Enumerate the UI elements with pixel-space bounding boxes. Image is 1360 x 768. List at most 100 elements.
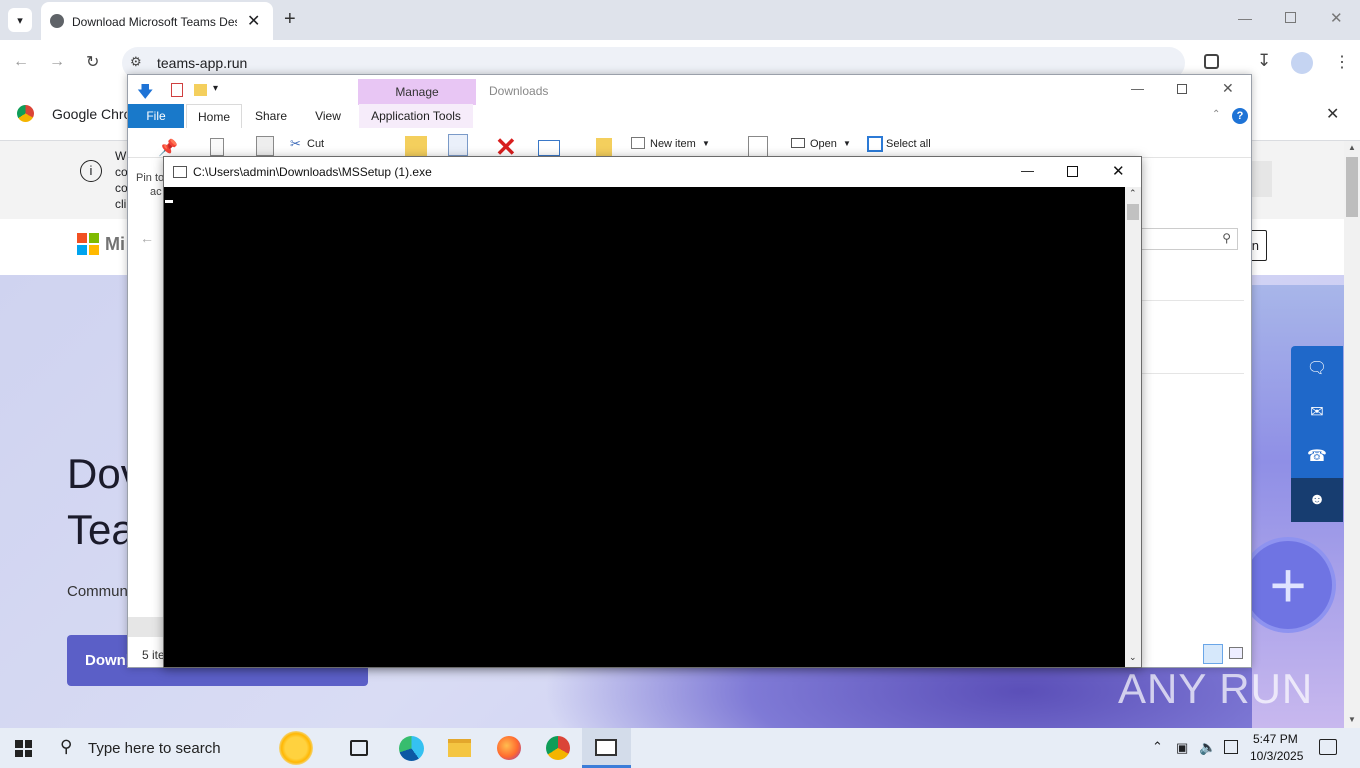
clock-time[interactable]: 5:47 PM	[1253, 732, 1298, 746]
pin-icon[interactable]: 📌	[158, 138, 178, 158]
content-divider-2	[1138, 373, 1244, 374]
new-item-icon[interactable]	[631, 137, 645, 149]
manage-label: Manage	[395, 85, 439, 99]
info-icon: i	[80, 160, 102, 182]
explorer-maximize-icon[interactable]	[1177, 84, 1187, 94]
copy-icon[interactable]	[210, 138, 224, 156]
details-view-icon[interactable]	[1203, 644, 1223, 664]
open-label[interactable]: Open	[810, 138, 837, 150]
select-all-icon[interactable]	[867, 136, 883, 152]
tray-chevron-icon[interactable]: ⌃	[1152, 739, 1163, 755]
nav-back-icon[interactable]: ←	[140, 230, 154, 246]
tab-home[interactable]: Home	[186, 104, 242, 129]
console-scroll-thumb[interactable]	[1127, 204, 1139, 220]
network-tray-icon[interactable]: ▣	[1176, 740, 1188, 756]
new-item-label[interactable]: New item	[650, 138, 696, 150]
url-text: teams-app.run	[157, 55, 248, 71]
move-to-icon[interactable]	[405, 136, 427, 156]
clock-date[interactable]: 10/3/2025	[1250, 749, 1303, 763]
phone-button[interactable]: ☎	[1291, 434, 1343, 478]
forward-icon[interactable]: →	[49, 53, 65, 71]
help-icon[interactable]: ?	[1232, 108, 1248, 124]
new-folder-icon[interactable]	[194, 84, 207, 96]
download-button-label: Downl	[85, 652, 130, 669]
tab-application-tools[interactable]: Application Tools	[359, 104, 473, 129]
open-dropdown-icon[interactable]: ▼	[843, 139, 851, 148]
display-tray-icon[interactable]	[1224, 740, 1238, 754]
back-icon[interactable]: ←	[13, 53, 29, 71]
chrome-taskbar-icon[interactable]	[546, 736, 570, 760]
properties-icon[interactable]	[171, 83, 183, 97]
browser-tab[interactable]: Download Microsoft Teams Des ✕	[41, 2, 273, 40]
firefox-icon[interactable]	[497, 736, 521, 760]
page-scrollbar[interactable]: ▲ ▼	[1344, 141, 1360, 728]
console-close-icon[interactable]: ✕	[1112, 162, 1125, 180]
restore-window-icon[interactable]	[1285, 12, 1296, 23]
scissors-icon[interactable]: ✂	[290, 136, 301, 152]
scroll-up-icon[interactable]: ▲	[1348, 143, 1356, 152]
reload-icon[interactable]: ↻	[86, 52, 99, 72]
explorer-search-box[interactable]: ⚲	[1138, 228, 1238, 250]
close-window-icon[interactable]: ✕	[1330, 9, 1343, 27]
customize-qat-icon[interactable]: ▾	[213, 83, 218, 94]
tab-strip: ▾ Download Microsoft Teams Des ✕ + — ✕	[0, 0, 1360, 40]
ribbon-home: 📌 Pin to ac ✂ Cut ✕ New item ▼ Open ▼ Se…	[128, 128, 1251, 198]
console-taskbar-button[interactable]	[582, 728, 631, 768]
manage-context-tab[interactable]: Manage	[358, 79, 476, 105]
chevron-down-icon: ▾	[17, 14, 23, 27]
paste-icon[interactable]	[256, 136, 274, 156]
console-minimize-icon[interactable]: —	[1021, 163, 1034, 178]
close-infobar-icon[interactable]: ✕	[1326, 104, 1339, 124]
open-icon[interactable]	[791, 138, 805, 148]
console-scrollbar[interactable]: ⌃ ⌄	[1125, 187, 1141, 667]
notification-icon[interactable]	[1319, 739, 1337, 755]
start-button[interactable]	[15, 740, 32, 757]
explorer-close-icon[interactable]: ✕	[1222, 80, 1234, 97]
chat-button[interactable]: 🗨	[1291, 346, 1343, 390]
notice-text-2: co	[115, 165, 128, 179]
profile-avatar-icon[interactable]	[1291, 52, 1313, 74]
console-scroll-up-icon[interactable]: ⌃	[1129, 188, 1137, 199]
close-tab-icon[interactable]: ✕	[247, 11, 260, 31]
console-scroll-down-icon[interactable]: ⌄	[1129, 652, 1137, 663]
more-menu-icon[interactable]: ⋮	[1334, 52, 1350, 72]
pin-label[interactable]: Pin to	[136, 172, 164, 184]
task-view-icon[interactable]	[350, 740, 368, 756]
file-explorer-taskbar-icon[interactable]	[448, 739, 471, 757]
select-all-label[interactable]: Select all	[886, 138, 931, 150]
ribbon-collapse-icon[interactable]: ⌃	[1212, 109, 1220, 120]
extensions-icon[interactable]	[1204, 54, 1219, 69]
explorer-h-scrollbar[interactable]	[128, 617, 164, 637]
edge-icon[interactable]	[399, 736, 424, 761]
tab-search-button[interactable]: ▾	[8, 8, 32, 32]
copy-to-icon[interactable]	[448, 134, 468, 156]
new-tab-icon[interactable]: +	[284, 8, 296, 31]
scroll-thumb[interactable]	[1346, 157, 1358, 217]
console-output[interactable]	[164, 187, 1125, 667]
properties-large-icon[interactable]	[748, 136, 768, 158]
pin-label-2: ac	[150, 186, 162, 198]
console-maximize-icon[interactable]	[1067, 166, 1078, 177]
rename-icon[interactable]	[538, 140, 560, 156]
explorer-search-icon: ⚲	[1222, 231, 1231, 245]
email-button[interactable]: ✉	[1291, 390, 1343, 434]
weather-sun-icon	[279, 731, 313, 765]
cut-label[interactable]: Cut	[307, 138, 324, 150]
download-icon[interactable]: ↧	[1257, 51, 1271, 71]
people-button[interactable]: ☻	[1291, 478, 1343, 522]
console-cursor	[165, 200, 173, 203]
new-folder-large-icon[interactable]	[596, 138, 612, 156]
new-item-dropdown-icon[interactable]: ▼	[702, 139, 710, 148]
search-icon: ⚲	[60, 737, 73, 756]
large-icons-view-icon[interactable]	[1229, 647, 1243, 659]
scroll-down-icon[interactable]: ▼	[1348, 715, 1356, 724]
volume-icon[interactable]: 🔈	[1199, 739, 1216, 756]
taskbar-search[interactable]: ⚲ Type here to search	[48, 728, 328, 768]
minimize-window-icon[interactable]: —	[1238, 10, 1252, 26]
tab-view[interactable]: View	[303, 104, 353, 129]
windows-taskbar: ⚲ Type here to search ⌃ ▣ 🔈 5:47 PM 10/3…	[0, 728, 1360, 768]
tab-file[interactable]: File	[128, 104, 184, 129]
tab-share[interactable]: Share	[246, 104, 296, 129]
site-info-icon[interactable]: ⚙	[130, 54, 142, 70]
explorer-minimize-icon[interactable]: —	[1131, 81, 1144, 96]
